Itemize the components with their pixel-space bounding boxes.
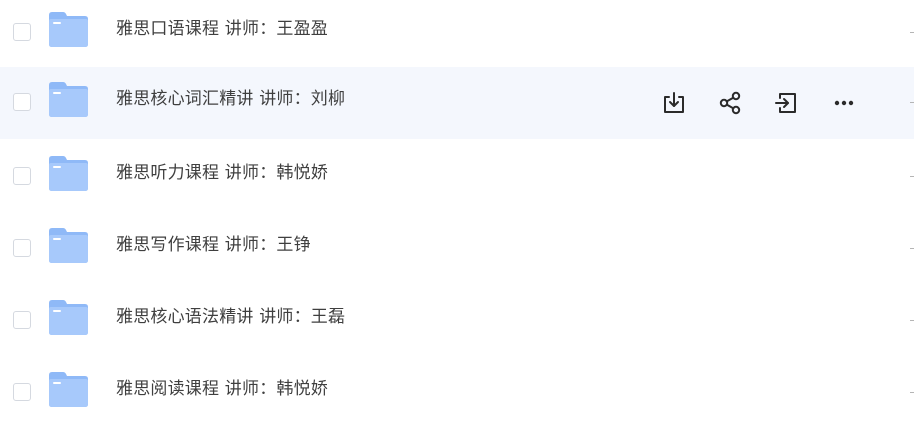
file-name[interactable]: 雅思听力课程 讲师：韩悦娇 [116, 162, 328, 184]
share-icon[interactable] [716, 89, 744, 117]
file-name[interactable]: 雅思阅读课程 讲师：韩悦娇 [116, 378, 328, 400]
edge-marker [910, 248, 914, 249]
download-icon[interactable] [660, 89, 688, 117]
row-checkbox[interactable] [13, 239, 31, 257]
row-actions [660, 89, 860, 117]
file-row[interactable]: 雅思写作课程 讲师：王铮 [0, 213, 914, 285]
folder-icon [47, 299, 90, 336]
folder-icon [47, 155, 90, 192]
file-row[interactable]: 雅思听力课程 讲师：韩悦娇 [0, 141, 914, 213]
move-to-icon[interactable] [772, 89, 800, 117]
edge-marker [910, 320, 914, 321]
file-name[interactable]: 雅思口语课程 讲师：王盈盈 [116, 18, 328, 40]
edge-marker [910, 32, 914, 33]
file-name[interactable]: 雅思核心语法精讲 讲师：王磊 [116, 306, 345, 328]
edge-marker [910, 176, 914, 177]
row-checkbox[interactable] [13, 167, 31, 185]
edge-marker [910, 392, 914, 393]
folder-icon [47, 371, 90, 408]
folder-icon [47, 227, 90, 264]
file-list: 雅思口语课程 讲师：王盈盈 雅思核心词汇精讲 讲师：刘柳 雅思听力课程 讲师：韩… [0, 0, 914, 420]
file-row[interactable]: 雅思核心词汇精讲 讲师：刘柳 [0, 67, 914, 139]
edge-marker [910, 102, 914, 103]
more-icon[interactable] [830, 89, 858, 117]
row-checkbox[interactable] [13, 311, 31, 329]
file-row[interactable]: 雅思阅读课程 讲师：韩悦娇 [0, 357, 914, 429]
folder-icon [47, 11, 90, 48]
file-row[interactable]: 雅思口语课程 讲师：王盈盈 [0, 0, 914, 69]
file-name[interactable]: 雅思核心词汇精讲 讲师：刘柳 [116, 88, 345, 110]
folder-icon [47, 81, 90, 118]
row-checkbox[interactable] [13, 383, 31, 401]
row-checkbox[interactable] [13, 93, 31, 111]
file-name[interactable]: 雅思写作课程 讲师：王铮 [116, 234, 311, 256]
row-checkbox[interactable] [13, 23, 31, 41]
file-row[interactable]: 雅思核心语法精讲 讲师：王磊 [0, 285, 914, 357]
